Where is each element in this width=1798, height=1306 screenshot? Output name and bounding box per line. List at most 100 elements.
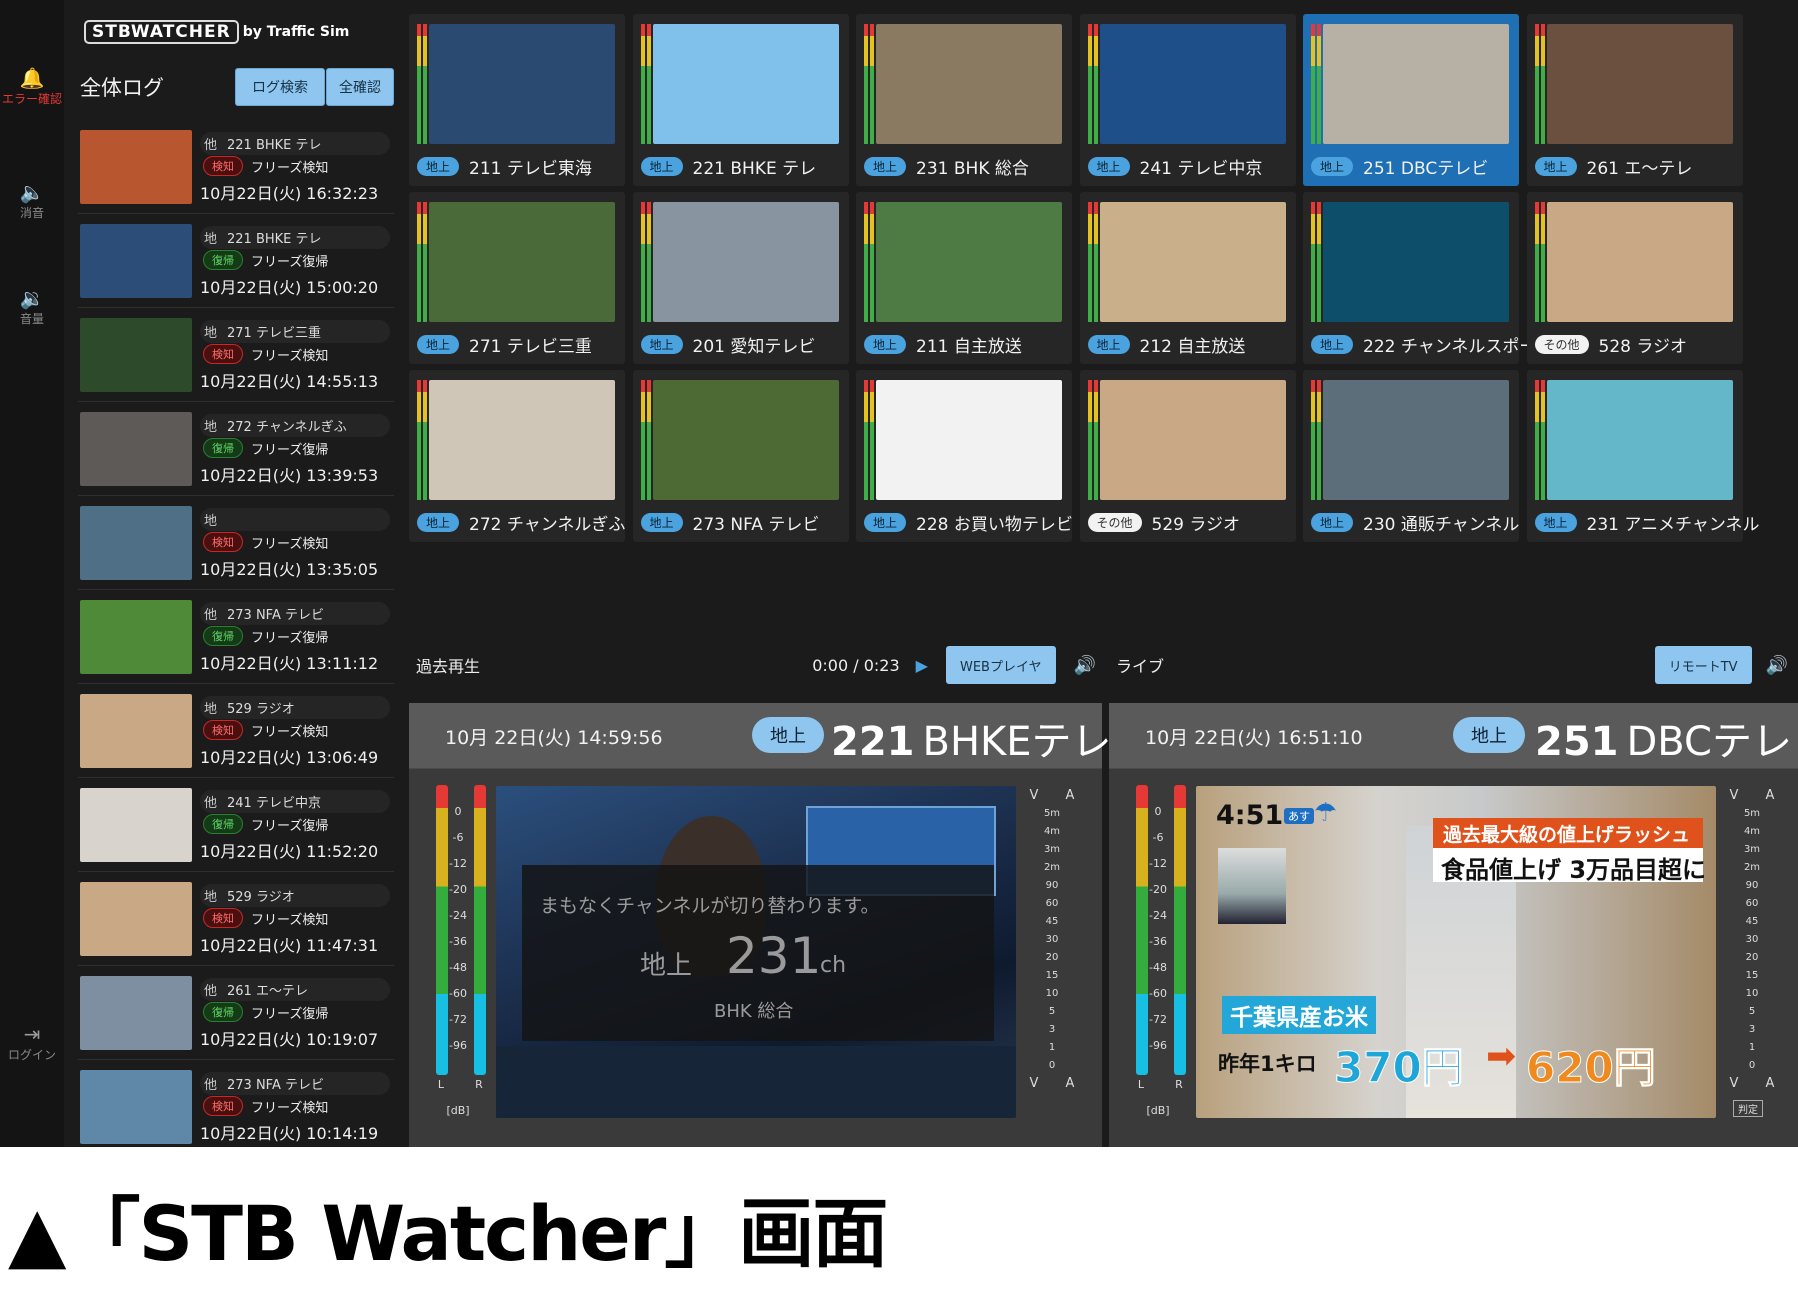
log-channel: 273 NFA テレビ bbox=[227, 1078, 324, 1093]
tile-caption: 地上 261 エ～テレ bbox=[1534, 154, 1692, 179]
log-source: 他 bbox=[204, 984, 218, 999]
log-status: 検知 フリーズ検知 bbox=[203, 908, 328, 928]
log-timestamp: 10月22日(火) 10:14:19 bbox=[200, 1124, 379, 1143]
log-entry[interactable]: 地 271 テレビ三重 検知 フリーズ検知 10月22日(火) 14:55:13 bbox=[78, 308, 394, 402]
log-status: 検知 フリーズ検知 bbox=[203, 344, 328, 364]
log-entry[interactable]: 地 529 ラジオ 検知 フリーズ検知 10月22日(火) 11:47:31 bbox=[78, 872, 394, 966]
channel-label: 222 チャンネルスポーツ bbox=[1363, 337, 1554, 357]
channel-tile[interactable]: 地上 231 BHK 総合 bbox=[856, 14, 1072, 186]
channel-tile[interactable]: 地上 211 テレビ東海 bbox=[409, 14, 625, 186]
freeze-tick: 4m bbox=[1743, 826, 1761, 837]
channel-tile[interactable]: 地上 221 BHKE テレ bbox=[632, 14, 849, 186]
speaker-icon[interactable]: 🔊 bbox=[1766, 655, 1788, 676]
log-source-tag: 地 529 ラジオ bbox=[200, 696, 390, 719]
channel-tile[interactable]: 地上 251 DBCテレビ bbox=[1303, 14, 1519, 186]
overlay-channel-name: BHK 総合 bbox=[714, 1001, 794, 1022]
log-entry[interactable]: 他 221 BHKE テレ 検知 フリーズ検知 10月22日(火) 16:32:23 bbox=[78, 120, 394, 214]
log-search-button[interactable]: ログ検索 bbox=[235, 68, 325, 106]
log-channel: 261 エ～テレ bbox=[227, 984, 308, 999]
channel-label: 211 自主放送 bbox=[916, 337, 1022, 357]
channel-tile[interactable]: 地上 230 通販チャンネル bbox=[1303, 370, 1519, 542]
meter-left-label: L bbox=[1137, 1078, 1145, 1091]
broadcast-type-badge: 地上 bbox=[864, 157, 907, 176]
channel-tile[interactable]: その他 529 ラジオ bbox=[1079, 370, 1296, 542]
audio-level-right bbox=[870, 202, 874, 322]
channel-label: 212 自主放送 bbox=[1139, 337, 1246, 357]
channel-tile[interactable]: 地上 273 NFA テレビ bbox=[632, 370, 849, 542]
channel-tile[interactable]: 地上 212 自主放送 bbox=[1079, 192, 1296, 364]
tile-caption: その他 528 ラジオ bbox=[1534, 332, 1687, 357]
overlay-unit: ch bbox=[820, 953, 847, 978]
judge-label: 判定 bbox=[1733, 1100, 1763, 1117]
audio-level-left bbox=[1534, 202, 1539, 322]
status-badge: 復帰 bbox=[203, 438, 243, 458]
channel-preview bbox=[1099, 380, 1286, 500]
login-icon: ⇥ bbox=[23, 1022, 41, 1046]
log-thumbnail bbox=[80, 318, 192, 392]
status-text: フリーズ検知 bbox=[251, 724, 329, 740]
rail-error-check[interactable]: 🔔 エラー確認 bbox=[0, 66, 64, 107]
rail-mute[interactable]: 🔈 消音 bbox=[0, 180, 64, 221]
vu-meter-right bbox=[474, 785, 486, 1075]
log-status: 検知 フリーズ検知 bbox=[203, 720, 328, 740]
audio-level-left bbox=[864, 380, 868, 500]
status-text: フリーズ検知 bbox=[251, 160, 329, 176]
web-player-button[interactable]: WEBプレイヤ bbox=[945, 646, 1056, 684]
video-indicator-label: V bbox=[1729, 788, 1739, 803]
log-entry[interactable]: 他 273 NFA テレビ 復帰 フリーズ復帰 10月22日(火) 13:11:12 bbox=[78, 590, 394, 684]
log-entry[interactable]: 他 273 NFA テレビ 検知 フリーズ検知 10月22日(火) 10:14:19 bbox=[78, 1060, 394, 1147]
play-icon[interactable]: ▶ bbox=[916, 656, 928, 675]
audio-level-right bbox=[1093, 24, 1098, 144]
channel-tile[interactable]: 地上 272 チャンネルぎふ bbox=[409, 370, 625, 542]
log-source-tag: 地 271 テレビ三重 bbox=[200, 320, 390, 343]
log-entry[interactable]: 地検知 フリーズ検知 10月22日(火) 13:35:05 bbox=[78, 496, 394, 590]
freeze-tick: 10 bbox=[1745, 988, 1759, 999]
channel-tile[interactable]: その他 528 ラジオ bbox=[1526, 192, 1743, 364]
freeze-tick: 60 bbox=[1745, 898, 1759, 909]
bell-icon: 🔔 bbox=[19, 66, 45, 90]
channel-tile[interactable]: 地上 231 アニメチャンネル bbox=[1526, 370, 1760, 542]
log-source-tag: 他 221 BHKE テレ bbox=[200, 132, 390, 155]
channel-preview bbox=[652, 380, 839, 500]
rail-volume[interactable]: 🔉 音量 bbox=[0, 286, 64, 327]
channel-tile[interactable]: 地上 222 チャンネルスポーツ bbox=[1303, 192, 1553, 364]
log-status: 復帰 フリーズ復帰 bbox=[203, 814, 328, 834]
channel-tile[interactable]: 地上 211 自主放送 bbox=[856, 192, 1072, 364]
log-thumbnail bbox=[80, 412, 192, 486]
tile-caption: 地上 221 BHKE テレ bbox=[640, 154, 816, 179]
status-text: フリーズ復帰 bbox=[251, 818, 329, 834]
confirm-all-button[interactable]: 全確認 bbox=[326, 68, 394, 106]
channel-tile[interactable]: 地上 201 愛知テレビ bbox=[632, 192, 849, 364]
audio-level-right bbox=[1540, 380, 1545, 500]
db-tick: -48 bbox=[1149, 961, 1167, 974]
freeze-tick: 45 bbox=[1745, 916, 1759, 927]
log-entry[interactable]: 地 272 チャンネルぎふ 復帰 フリーズ復帰 10月22日(火) 13:39:53 bbox=[78, 402, 394, 496]
log-timestamp: 10月22日(火) 13:39:53 bbox=[200, 466, 379, 485]
log-entry[interactable]: 地 529 ラジオ 検知 フリーズ検知 10月22日(火) 13:06:49 bbox=[78, 684, 394, 778]
channel-tile[interactable]: 地上 228 お買い物テレビ bbox=[856, 370, 1073, 542]
log-source: 他 bbox=[204, 138, 218, 153]
log-entry[interactable]: 他 241 テレビ中京 復帰 フリーズ復帰 10月22日(火) 11:52:20 bbox=[78, 778, 394, 872]
channel-tile[interactable]: 地上 271 テレビ三重 bbox=[409, 192, 625, 364]
channel-preview bbox=[1323, 24, 1509, 144]
log-entry[interactable]: 他 261 エ～テレ 復帰 フリーズ復帰 10月22日(火) 10:19:07 bbox=[78, 966, 394, 1060]
remote-tv-button[interactable]: リモートTV bbox=[1654, 646, 1752, 684]
rail-login[interactable]: ⇥ ログイン bbox=[0, 1022, 64, 1063]
broadcast-type-badge: 地上 bbox=[864, 513, 907, 532]
log-thumbnail bbox=[80, 506, 192, 580]
log-source: 地 bbox=[204, 890, 218, 905]
log-entry[interactable]: 地 221 BHKE テレ 復帰 フリーズ復帰 10月22日(火) 15:00:20 bbox=[78, 214, 394, 308]
channel-preview bbox=[876, 202, 1062, 322]
rail-label: ログイン bbox=[7, 1048, 56, 1062]
playback-header: 10月 22日(火) 14:59:56 地上 221 BHKEテレ bbox=[409, 703, 1112, 769]
audio-level-left bbox=[1311, 24, 1315, 144]
freeze-tick: 45 bbox=[1045, 916, 1059, 927]
db-unit: [dB] bbox=[446, 1104, 470, 1117]
channel-preview bbox=[429, 24, 615, 144]
volume-icon: 🔉 bbox=[19, 286, 45, 310]
speaker-icon[interactable]: 🔊 bbox=[1074, 655, 1096, 676]
channel-tile[interactable]: 地上 241 テレビ中京 bbox=[1079, 14, 1296, 186]
channel-tile[interactable]: 地上 261 エ～テレ bbox=[1526, 14, 1743, 186]
audio-level-right bbox=[423, 24, 427, 144]
freeze-tick: 10 bbox=[1045, 988, 1059, 999]
